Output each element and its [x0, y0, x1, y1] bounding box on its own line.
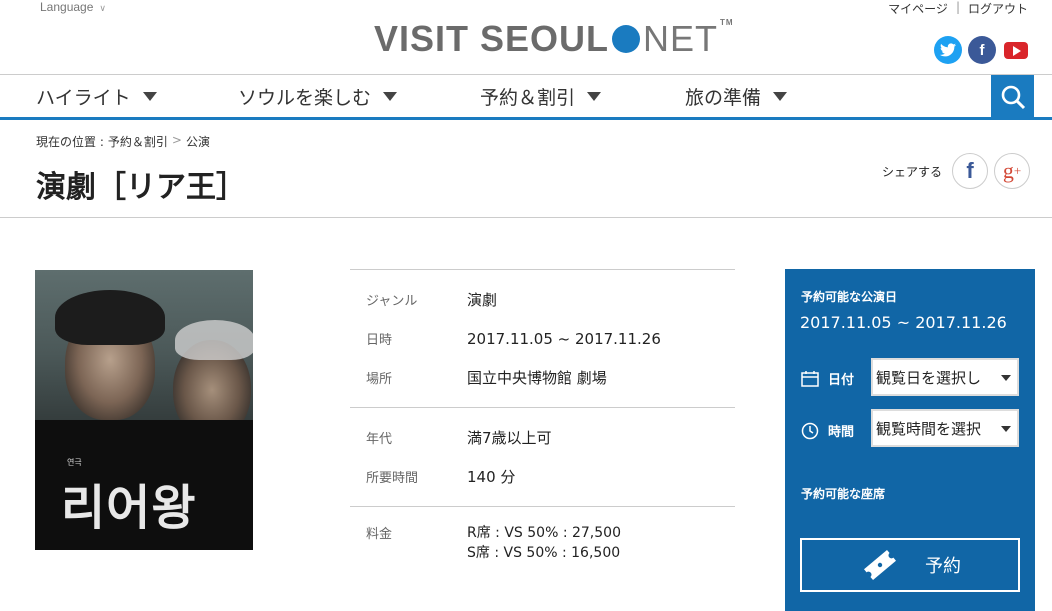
poster-hair-left [55, 290, 165, 345]
show-poster: 연극 리어왕 [35, 270, 253, 550]
breadcrumb-item[interactable]: 公演 [186, 133, 210, 150]
logo-text-left: VISIT SEOUL [374, 18, 610, 59]
nav-item-label: 旅の準備 [685, 87, 762, 109]
youtube-icon[interactable] [1002, 36, 1030, 64]
language-selector[interactable]: Language ∨ [40, 0, 106, 14]
info-key: 所要時間 [366, 471, 419, 486]
info-row-genre: ジャンル 演劇 [350, 280, 735, 319]
main-nav: ハイライト ソウルを楽しむ 予約＆割引 旅の準備 [0, 74, 1052, 120]
date-label-group: 日付 [801, 369, 854, 388]
time-label: 時間 [828, 425, 855, 440]
breadcrumb: 現在の位置 : 予約＆割引 > 公演 [36, 133, 210, 150]
poster-hair-right [175, 320, 253, 360]
logo-trademark: TM [720, 18, 734, 27]
info-key: 場所 [366, 372, 393, 387]
dropdown-arrow-icon [1001, 426, 1011, 432]
dropdown-arrow-icon [1001, 375, 1011, 381]
ticket-icon [864, 549, 896, 581]
info-group-age: 年代 満7歳以上可 所要時間 140 分 [350, 408, 735, 506]
nav-item-travel-prep[interactable]: 旅の準備 [685, 83, 788, 110]
breadcrumb-prefix: 現在の位置 : [36, 135, 104, 149]
info-key: 年代 [366, 432, 393, 447]
poster-title: 리어왕 [61, 480, 197, 536]
calendar-icon [801, 370, 819, 387]
search-button[interactable] [991, 75, 1034, 118]
social-links: f [934, 36, 1030, 64]
nav-item-label: ソウルを楽しむ [238, 87, 372, 109]
mypage-link[interactable]: マイページ [888, 0, 948, 17]
facebook-share-icon[interactable]: f [952, 153, 988, 189]
info-group-price: 料金 R席 : VS 50% : 27,500 S席 : VS 50% : 16… [350, 507, 735, 573]
clock-icon [801, 422, 819, 439]
time-select-value: 観覧時間を選択 [876, 419, 982, 438]
available-seats-heading: 予約可能な座席 [801, 487, 886, 501]
caret-down-icon [142, 92, 157, 101]
chevron-down-icon: ∨ [99, 3, 106, 13]
logo-text-right: NET [643, 18, 719, 59]
available-dates-heading: 予約可能な公演日 [801, 290, 898, 304]
price-s-seat: S席 : VS 50% : 16,500 [467, 545, 621, 561]
share-label: シェアする [881, 164, 942, 179]
nav-item-enjoy-seoul[interactable]: ソウルを楽しむ [238, 83, 398, 110]
nav-item-booking[interactable]: 予約＆割引 [480, 83, 602, 110]
reservation-panel: 予約可能な公演日 2017.11.05 ~ 2017.11.26 日付 観覧日を… [785, 269, 1035, 611]
info-row-date: 日時 2017.11.05 ~ 2017.11.26 [350, 319, 735, 358]
info-key: 料金 [366, 527, 393, 542]
info-value: 2017.11.05 ~ 2017.11.26 [467, 329, 661, 348]
twitter-icon[interactable] [934, 36, 962, 64]
logout-link[interactable]: ログアウト [968, 0, 1028, 17]
breadcrumb-item[interactable]: 予約＆割引 [108, 133, 168, 150]
date-select[interactable]: 観覧日を選択し [871, 358, 1019, 396]
show-info: ジャンル 演劇 日時 2017.11.05 ~ 2017.11.26 場所 国立… [350, 269, 735, 573]
info-value: R席 : VS 50% : 27,500 S席 : VS 50% : 16,50… [467, 523, 621, 563]
search-icon [1001, 85, 1025, 109]
price-r-seat: R席 : VS 50% : 27,500 [467, 525, 621, 541]
info-value: 140 分 [467, 468, 516, 486]
poster-subtitle: 연극 [67, 458, 82, 467]
nav-item-label: ハイライト [36, 87, 131, 109]
logo-dot-icon [612, 25, 641, 53]
info-key: 日時 [366, 333, 393, 348]
info-value: 国立中央博物館 劇場 [467, 369, 607, 387]
info-row-price: 料金 R席 : VS 50% : 27,500 S席 : VS 50% : 16… [350, 517, 735, 563]
date-label: 日付 [828, 373, 855, 388]
page-title: 演劇［リア王］ [36, 170, 246, 205]
google-plus-share-icon[interactable]: g + [994, 153, 1030, 189]
date-select-value: 観覧日を選択し [876, 368, 982, 387]
caret-down-icon [587, 92, 602, 101]
user-links-divider: | [955, 0, 960, 14]
info-key: ジャンル [366, 294, 418, 309]
facebook-icon[interactable]: f [968, 36, 996, 64]
time-select[interactable]: 観覧時間を選択 [871, 409, 1019, 447]
time-label-group: 時間 [801, 421, 854, 440]
user-links: マイページ | ログアウト [888, 0, 1028, 17]
caret-down-icon [773, 92, 788, 101]
language-label: Language [40, 0, 94, 14]
caret-down-icon [383, 92, 398, 101]
site-logo[interactable]: VISIT SEOUL NET TM [374, 18, 734, 60]
nav-item-label: 予約＆割引 [480, 87, 576, 109]
breadcrumb-arrow-icon: > [171, 133, 182, 147]
reserve-button[interactable]: 予約 [800, 538, 1020, 592]
info-row-venue: 場所 国立中央博物館 劇場 [350, 358, 735, 397]
reserve-button-label: 予約 [925, 556, 961, 577]
info-value: 満7歳以上可 [467, 429, 552, 447]
header-divider [0, 217, 1052, 218]
info-group-basic: ジャンル 演劇 日時 2017.11.05 ~ 2017.11.26 場所 国立… [350, 270, 735, 407]
info-value: 演劇 [467, 291, 498, 309]
available-dates-range: 2017.11.05 ~ 2017.11.26 [800, 313, 1007, 332]
info-row-duration: 所要時間 140 分 [350, 457, 735, 496]
share-bar: シェアする f g + [882, 153, 1030, 189]
nav-item-highlight[interactable]: ハイライト [36, 83, 157, 110]
info-row-age: 年代 満7歳以上可 [350, 418, 735, 457]
